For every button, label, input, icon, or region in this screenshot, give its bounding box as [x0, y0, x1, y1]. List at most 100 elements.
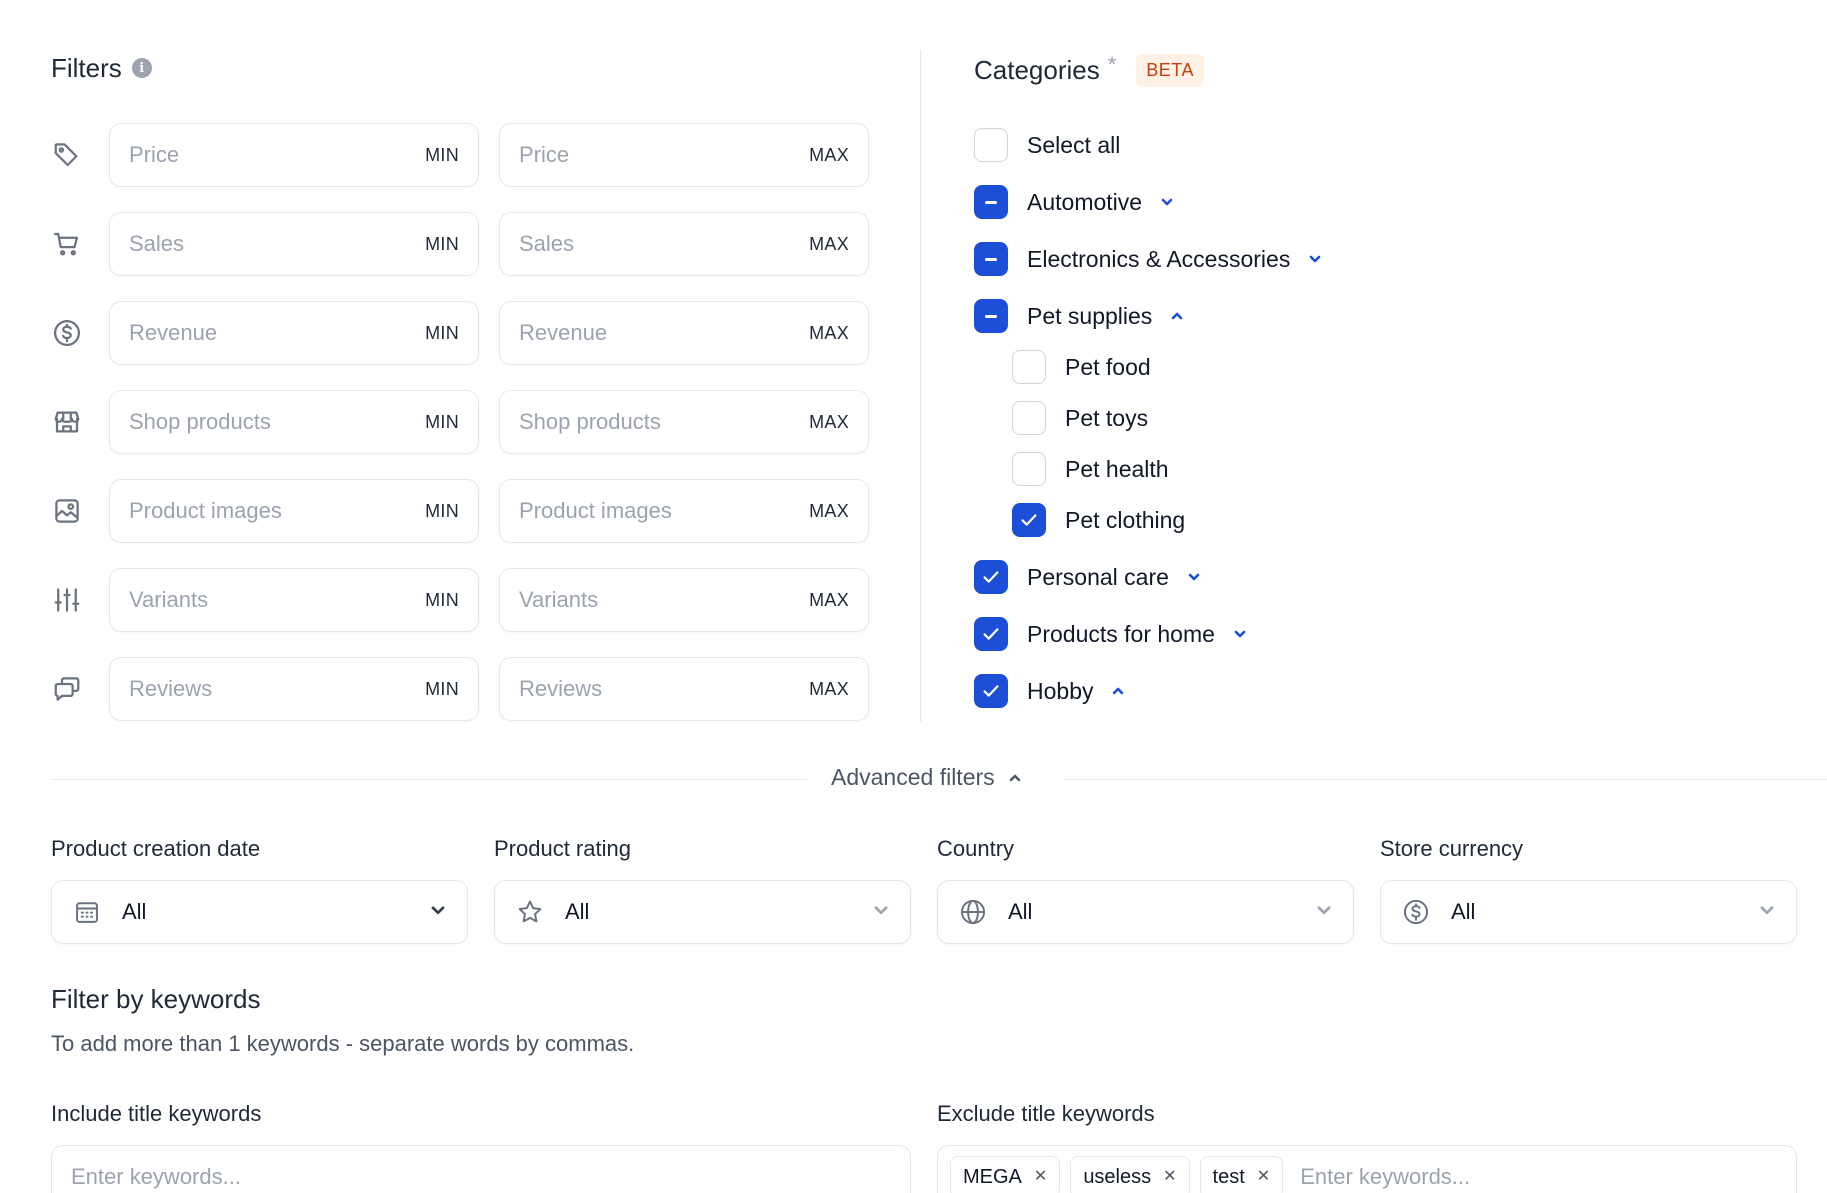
- dash-icon: [985, 200, 997, 204]
- keyword-chip: MEGA ✕: [950, 1156, 1061, 1193]
- checkbox[interactable]: [974, 128, 1008, 162]
- category-label: Select all: [1027, 131, 1121, 158]
- section-divider: [920, 50, 921, 722]
- category-select-all[interactable]: Select all: [974, 127, 1120, 163]
- chevron-down-icon[interactable]: [1185, 568, 1203, 586]
- category-label: Personal care: [1027, 563, 1169, 590]
- cart-icon: [51, 228, 83, 260]
- sliders-icon: [51, 584, 83, 616]
- category-label: Pet health: [1065, 455, 1169, 482]
- chevron-down-icon: [1758, 901, 1776, 924]
- product-images-min-placeholder: Product images: [129, 498, 282, 523]
- country-field: Country All: [937, 836, 1354, 944]
- reviews-max-input[interactable]: Reviews MAX: [499, 657, 869, 721]
- filter-row-sales: Sales MIN Sales MAX: [51, 212, 869, 276]
- revenue-max-input[interactable]: Revenue MAX: [499, 301, 869, 365]
- chevron-up-icon[interactable]: [1109, 682, 1127, 700]
- product-images-max-input[interactable]: Product images MAX: [499, 479, 869, 543]
- country-select[interactable]: All: [937, 880, 1354, 944]
- include-keywords-input[interactable]: Enter keywords...: [51, 1145, 911, 1193]
- category-pet-food[interactable]: Pet food: [1012, 349, 1151, 385]
- input-placeholder: Enter keywords...: [1300, 1164, 1471, 1189]
- max-label: MAX: [809, 233, 849, 254]
- product-rating-select[interactable]: All: [494, 880, 911, 944]
- category-electronics[interactable]: Electronics & Accessories: [974, 241, 1324, 277]
- price-max-input[interactable]: Price MAX: [499, 123, 869, 187]
- category-pet-health[interactable]: Pet health: [1012, 451, 1169, 487]
- reviews-min-input[interactable]: Reviews MIN: [109, 657, 479, 721]
- advanced-filters-label: Advanced filters: [831, 764, 995, 790]
- checkbox-indeterminate[interactable]: [974, 299, 1008, 333]
- price-min-input[interactable]: Price MIN: [109, 123, 479, 187]
- checkbox[interactable]: [1012, 452, 1046, 486]
- categories-header: Categories * BETA: [974, 52, 1774, 88]
- shop-products-min-input[interactable]: Shop products MIN: [109, 390, 479, 454]
- sales-max-input[interactable]: Sales MAX: [499, 212, 869, 276]
- variants-min-input[interactable]: Variants MIN: [109, 568, 479, 632]
- chevron-up-icon[interactable]: [1168, 307, 1186, 325]
- product-images-max-placeholder: Product images: [519, 498, 672, 523]
- product-rating-field: Product rating All: [494, 836, 911, 944]
- min-label: MIN: [425, 500, 459, 521]
- min-label: MIN: [425, 411, 459, 432]
- checkbox-indeterminate[interactable]: [974, 242, 1008, 276]
- checkbox[interactable]: [1012, 401, 1046, 435]
- exclude-keywords-input[interactable]: MEGA ✕ useless ✕ test ✕ Enter keywords..…: [937, 1145, 1797, 1193]
- max-label: MAX: [809, 322, 849, 343]
- max-label: MAX: [809, 411, 849, 432]
- checkbox-checked[interactable]: [974, 617, 1008, 651]
- category-label: Pet supplies: [1027, 302, 1153, 329]
- close-icon[interactable]: ✕: [1163, 1169, 1176, 1185]
- checkbox-checked[interactable]: [974, 560, 1008, 594]
- chevron-down-icon[interactable]: [1231, 625, 1249, 643]
- category-products-for-home[interactable]: Products for home: [974, 616, 1249, 652]
- close-icon[interactable]: ✕: [1257, 1169, 1270, 1185]
- advanced-filters-toggle[interactable]: Advanced filters: [831, 764, 1023, 791]
- category-automotive[interactable]: Automotive: [974, 184, 1176, 220]
- checkbox-indeterminate[interactable]: [974, 185, 1008, 219]
- checkbox[interactable]: [1012, 350, 1046, 384]
- chevron-down-icon: [1315, 901, 1333, 924]
- product-creation-date-select[interactable]: All: [51, 880, 468, 944]
- chevron-up-icon: [1009, 774, 1020, 781]
- revenue-min-input[interactable]: Revenue MIN: [109, 301, 479, 365]
- shop-products-max-input[interactable]: Shop products MAX: [499, 390, 869, 454]
- store-currency-select[interactable]: All: [1380, 880, 1797, 944]
- sales-min-input[interactable]: Sales MIN: [109, 212, 479, 276]
- category-personal-care[interactable]: Personal care: [974, 559, 1203, 595]
- reviews-min-placeholder: Reviews: [129, 676, 213, 701]
- shop-products-min-placeholder: Shop products: [129, 409, 271, 434]
- category-hobby[interactable]: Hobby: [974, 673, 1127, 709]
- field-label: Store currency: [1380, 836, 1524, 861]
- required-mark: *: [1107, 52, 1117, 77]
- calendar-icon: [72, 897, 102, 927]
- chevron-down-icon[interactable]: [1306, 250, 1324, 268]
- category-label: Automotive: [1027, 188, 1143, 215]
- filter-row-product-images: Product images MIN Product images MAX: [51, 479, 869, 543]
- check-icon: [983, 685, 999, 697]
- product-images-min-input[interactable]: Product images MIN: [109, 479, 479, 543]
- checkbox-checked[interactable]: [1012, 503, 1046, 537]
- product-creation-date-field: Product creation date All: [51, 836, 468, 944]
- variants-min-placeholder: Variants: [129, 587, 209, 612]
- category-pet-clothing[interactable]: Pet clothing: [1012, 502, 1185, 538]
- variants-max-input[interactable]: Variants MAX: [499, 568, 869, 632]
- chip-label: test: [1212, 1165, 1245, 1188]
- field-label: Product rating: [494, 836, 631, 861]
- filters-section: Filters i Price MIN Price MAX Sales MIN …: [51, 52, 871, 721]
- chevron-down-icon: [872, 901, 890, 924]
- field-label: Include title keywords: [51, 1101, 262, 1126]
- star-icon: [515, 897, 545, 927]
- category-pet-toys[interactable]: Pet toys: [1012, 400, 1148, 436]
- divider-line: [51, 779, 807, 780]
- close-icon[interactable]: ✕: [1034, 1169, 1047, 1185]
- category-pet-supplies[interactable]: Pet supplies: [974, 298, 1186, 334]
- min-label: MIN: [425, 144, 459, 165]
- variants-max-placeholder: Variants: [519, 587, 599, 612]
- keywords-title: Filter by keywords: [51, 984, 261, 1014]
- sales-min-placeholder: Sales: [129, 231, 185, 256]
- chevron-down-icon[interactable]: [1158, 193, 1176, 211]
- price-max-placeholder: Price: [519, 142, 570, 167]
- checkbox-checked[interactable]: [974, 674, 1008, 708]
- info-icon[interactable]: i: [131, 58, 152, 78]
